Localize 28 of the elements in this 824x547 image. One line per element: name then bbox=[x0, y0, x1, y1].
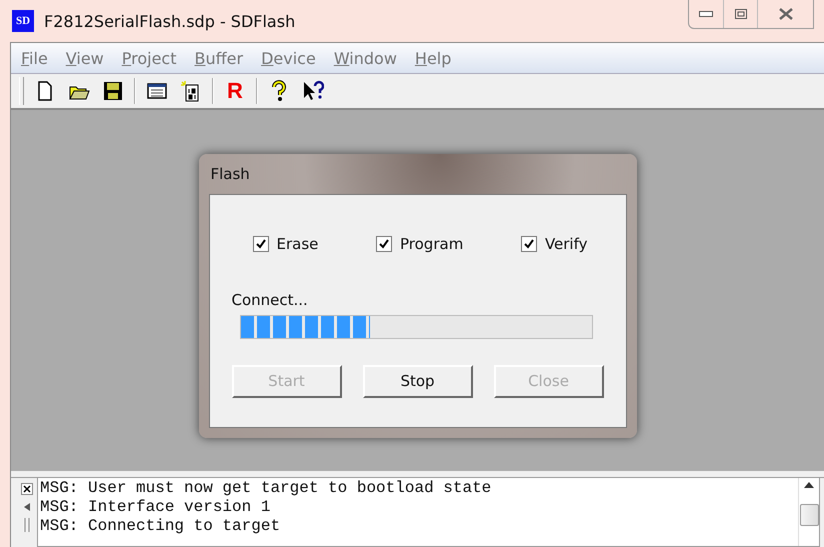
dialog-title: Flash bbox=[210, 164, 251, 184]
menu-item[interactable]: Window bbox=[334, 48, 397, 68]
restore-icon bbox=[734, 9, 746, 19]
window-title: F2812SerialFlash.sdp - SDFlash bbox=[44, 12, 296, 30]
status-label: Connect... bbox=[232, 290, 309, 308]
log-line: MSG: User must now get target to bootload state bbox=[40, 479, 492, 498]
checkbox[interactable] bbox=[520, 236, 537, 252]
dialog-button[interactable]: Stop bbox=[362, 364, 472, 398]
log-line: MSG: Interface version 1 bbox=[40, 498, 272, 517]
minimize-icon bbox=[699, 11, 713, 17]
menu-item[interactable]: File bbox=[21, 48, 48, 68]
log-line: MSG: Connecting to target bbox=[40, 517, 282, 536]
menu-item[interactable]: Device bbox=[261, 48, 316, 68]
checkbox-label: Program bbox=[400, 234, 464, 252]
close-icon bbox=[778, 8, 794, 20]
checkbox[interactable] bbox=[376, 236, 392, 252]
menu-item[interactable]: Project bbox=[122, 48, 176, 68]
checkbox-label: Erase bbox=[276, 234, 318, 252]
scrollbar-thumb[interactable] bbox=[800, 504, 818, 526]
menu-item[interactable]: Buffer bbox=[194, 48, 244, 68]
menu-item[interactable]: Help bbox=[414, 48, 452, 68]
letter-r-button[interactable]: R bbox=[222, 78, 248, 104]
menu-item[interactable]: View bbox=[66, 48, 104, 68]
checkbox-label: Verify bbox=[544, 234, 588, 252]
close-icon[interactable] bbox=[19, 481, 35, 497]
app-logo-icon: SD bbox=[12, 10, 34, 32]
scroll-up-icon[interactable] bbox=[804, 482, 814, 488]
checkbox[interactable] bbox=[252, 236, 268, 252]
